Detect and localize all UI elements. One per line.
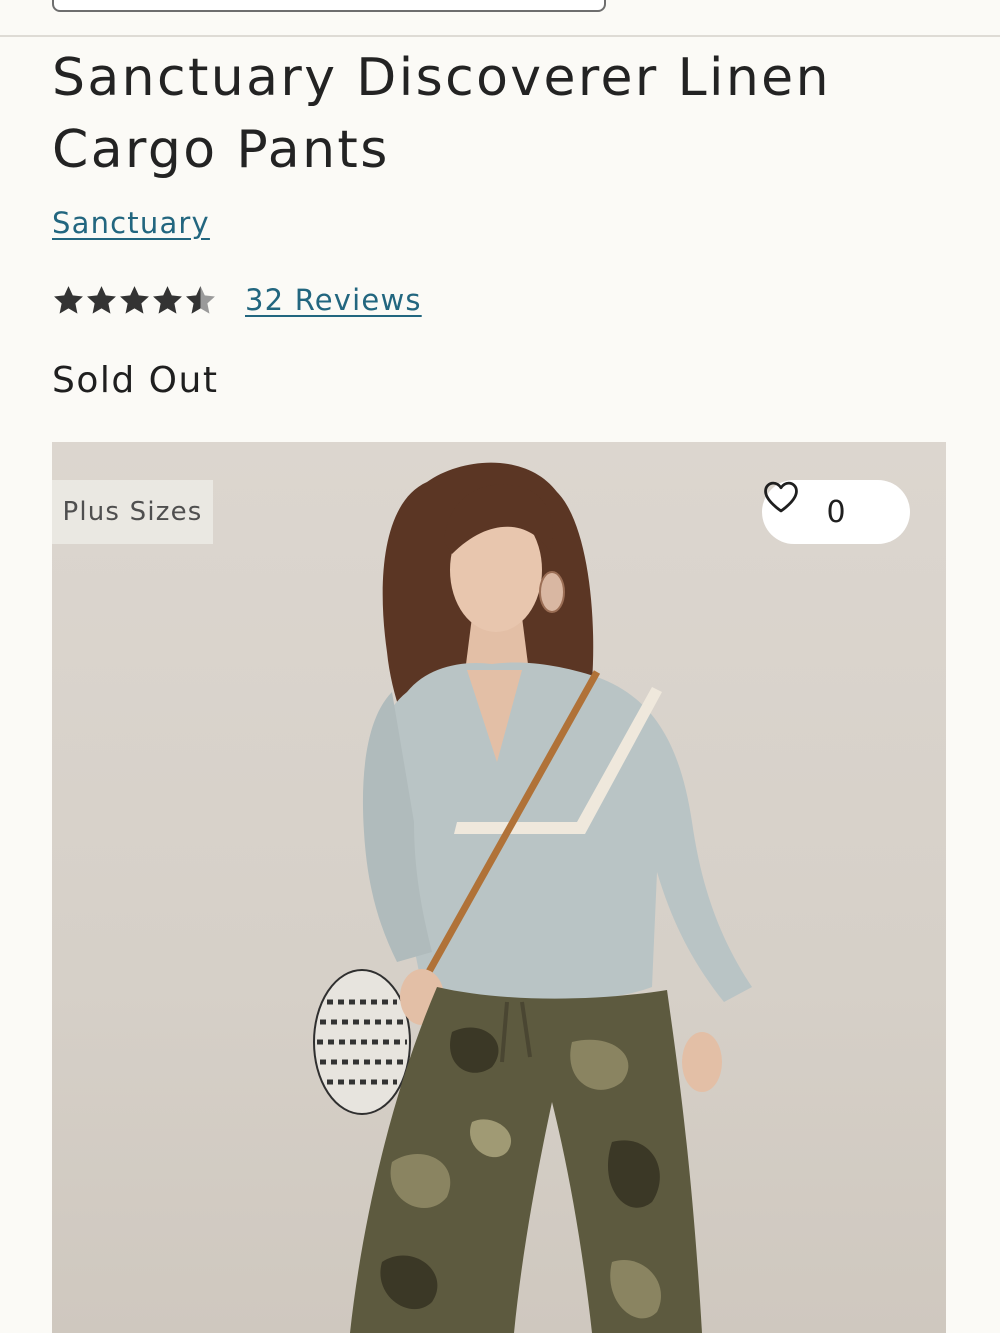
star-icon: [120, 285, 149, 314]
star-icon: [54, 285, 83, 314]
product-image[interactable]: Plus Sizes 0: [52, 442, 946, 1333]
wishlist-button[interactable]: 0: [762, 480, 910, 544]
header-divider: [0, 35, 1000, 37]
star-icon: [87, 285, 116, 314]
half-star-icon: [186, 285, 215, 314]
product-title: Sanctuary Discoverer Linen Cargo Pants: [52, 48, 831, 180]
star-icon: [153, 285, 182, 314]
stock-status: Sold Out: [52, 360, 219, 401]
star-rating: [52, 284, 217, 317]
brand-link[interactable]: Sanctuary: [52, 206, 210, 240]
wishlist-count: 0: [826, 494, 846, 530]
product-page: Sanctuary Discoverer Linen Cargo Pants S…: [0, 0, 1000, 1333]
reviews-link[interactable]: 32 Reviews: [245, 283, 422, 317]
plus-sizes-badge: Plus Sizes: [52, 480, 213, 544]
heart-icon: [764, 481, 798, 513]
search-input[interactable]: [52, 0, 606, 12]
model-photo: [313, 462, 752, 1333]
rating-row: 32 Reviews: [52, 278, 422, 322]
